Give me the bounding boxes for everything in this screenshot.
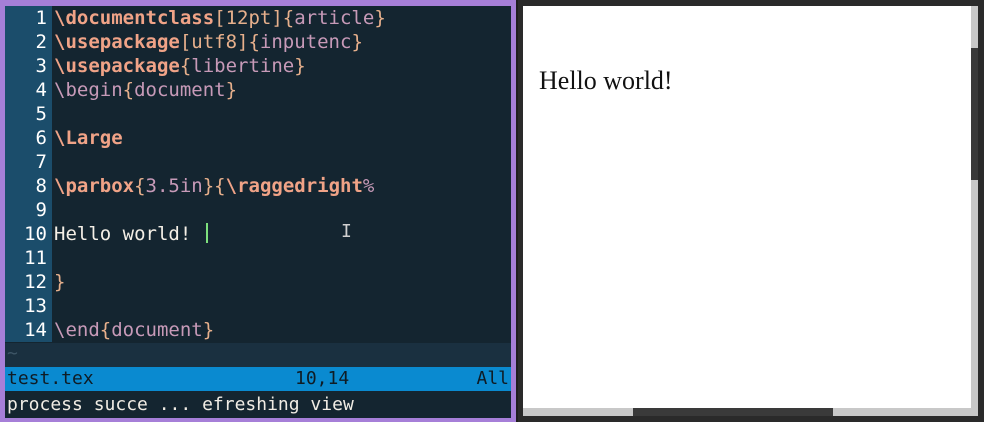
ibeam-cursor-icon: I	[341, 221, 352, 242]
syntax-token: \begin	[54, 79, 123, 101]
line-text: \Large	[54, 126, 123, 150]
status-scroll-indicator: All	[476, 368, 509, 389]
pdf-page[interactable]: Hello world!	[523, 6, 971, 408]
horizontal-scrollbar-thumb[interactable]	[633, 408, 833, 416]
syntax-token: }	[225, 79, 238, 101]
syntax-token: [12pt]{	[214, 7, 295, 29]
command-message-line: process succe ... efreshing view	[7, 394, 354, 415]
line-number: 8	[35, 175, 47, 197]
syntax-token: \parbox	[54, 175, 135, 197]
syntax-token: %	[362, 175, 375, 197]
line-number: 12	[24, 271, 47, 293]
syntax-token: Hello world!	[54, 223, 203, 245]
line-number: 11	[24, 247, 47, 269]
tilde-marker: ~	[7, 343, 18, 364]
syntax-token: article	[294, 7, 375, 29]
line-text: \usepackage[utf8]{inputenc}	[54, 30, 363, 54]
syntax-token: }	[294, 55, 306, 77]
line-number: 1	[35, 7, 47, 29]
syntax-token: }	[202, 319, 215, 341]
syntax-token: \Large	[54, 127, 123, 149]
syntax-token: }	[374, 7, 386, 29]
syntax-token: }{	[202, 175, 226, 197]
text-cursor	[205, 223, 208, 243]
rendered-text: Hello world!	[539, 66, 673, 95]
syntax-token: {	[122, 79, 135, 101]
line-text: \end{document}	[54, 318, 214, 342]
status-line: test.tex 10,14 All	[5, 367, 511, 391]
syntax-token: {	[134, 175, 146, 197]
line-number: 9	[35, 199, 47, 221]
line-text: \usepackage{libertine}	[54, 54, 306, 78]
editor-pane: 1 \documentclass[12pt]{article} 2 \usepacka…	[0, 0, 516, 422]
syntax-token: 3.5in	[145, 175, 203, 197]
line-number: 6	[35, 127, 47, 149]
line-text: Hello world!	[54, 222, 208, 246]
syntax-token: document	[111, 319, 203, 341]
line-number: 10	[24, 223, 47, 245]
line-number: 13	[24, 295, 47, 317]
syntax-token: \usepackage	[54, 55, 180, 77]
line-text: }	[54, 270, 65, 294]
line-number: 5	[35, 103, 47, 125]
syntax-token: }	[54, 271, 66, 293]
vim-editor[interactable]: 1 \documentclass[12pt]{article} 2 \usepacka…	[5, 6, 511, 418]
status-cursor-position: 10,14	[295, 368, 350, 389]
line-number: 7	[35, 151, 47, 173]
line-text: \begin{document}	[54, 78, 237, 102]
syntax-token: }	[351, 31, 363, 53]
line-number: 2	[35, 31, 47, 53]
syntax-token: document	[134, 79, 226, 101]
line-number: 4	[35, 79, 47, 101]
syntax-token: {	[99, 319, 112, 341]
syntax-token: \end	[54, 319, 100, 341]
pdf-preview-pane: Hello world!	[518, 0, 984, 422]
line-number: 14	[24, 319, 47, 341]
vertical-scrollbar-thumb[interactable]	[971, 48, 978, 180]
syntax-token: \documentclass	[54, 7, 215, 29]
syntax-token: \raggedright	[225, 175, 363, 197]
status-filename: test.tex	[7, 368, 94, 389]
line-number: 3	[35, 55, 47, 77]
syntax-token: \usepackage	[54, 31, 180, 53]
syntax-token: inputenc	[259, 31, 352, 53]
syntax-token: libertine	[191, 55, 295, 77]
syntax-token: {	[179, 55, 192, 77]
line-text: \parbox{3.5in}{\raggedright%	[54, 174, 374, 198]
line-text: \documentclass[12pt]{article}	[54, 6, 386, 30]
syntax-token: [utf8]{	[179, 31, 260, 53]
empty-buffer-row: ~	[5, 343, 511, 367]
